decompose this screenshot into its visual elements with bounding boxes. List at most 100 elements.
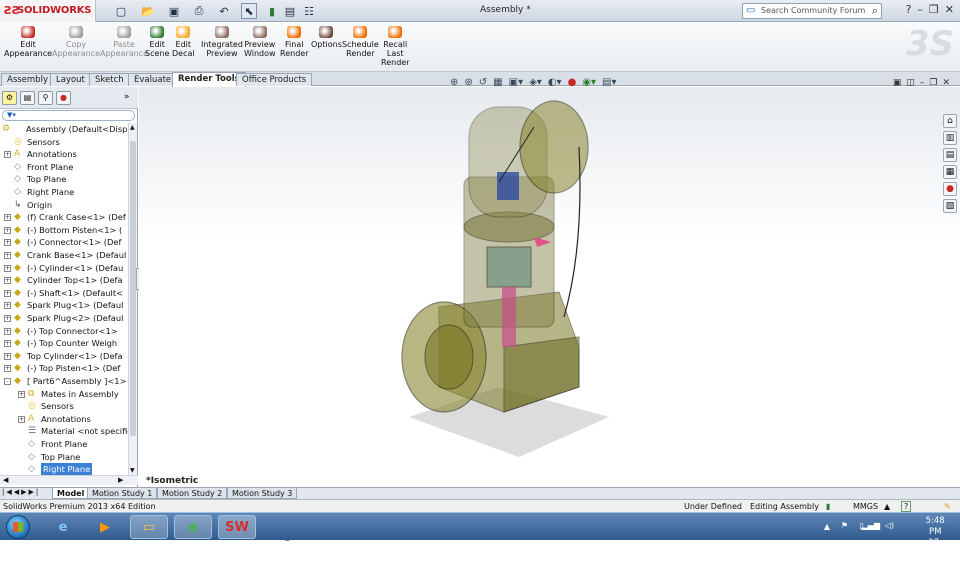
tree-item[interactable]: ◇ Top Plane (0, 451, 128, 464)
tree-item[interactable]: ◎ Sensors (0, 136, 128, 149)
chrome-icon[interactable]: ◉ (174, 515, 212, 539)
tree-item[interactable]: ◇ Top Plane (0, 173, 128, 186)
zoom-to-fit-icon[interactable]: ⊕ (450, 77, 458, 88)
undo-icon[interactable]: ↶ (215, 3, 233, 19)
configuration-tab-icon[interactable]: ⚲ (38, 91, 53, 105)
engine-assembly-model[interactable] (139, 87, 960, 487)
apply-scene-icon[interactable]: ◉▾ (582, 77, 596, 88)
zoom-area-icon[interactable]: ⊛ (464, 77, 472, 88)
expand-icon[interactable]: + (4, 264, 11, 272)
minimize-icon[interactable]: – (917, 3, 923, 16)
viewport-close-icon[interactable]: ✕ (942, 78, 950, 88)
expand-icon[interactable]: + (4, 327, 11, 335)
expand-icon[interactable]: + (4, 226, 11, 234)
tray-expand-icon[interactable]: ▲ (824, 522, 830, 531)
view-orientation-icon[interactable]: ▣▾ (509, 77, 523, 88)
ribbon-button-preview-window[interactable]: Preview Window (244, 26, 276, 58)
search-input[interactable]: ▭ Search Community Forum ⌕ (742, 3, 882, 19)
solidworks-resources-icon[interactable]: ⌂ (943, 114, 957, 128)
tab-navigation-arrows-icon[interactable]: |◀◀▶▶| (2, 488, 40, 496)
split-view-2-icon[interactable]: ◫ (906, 78, 915, 88)
tree-item[interactable]: + A Annotations (0, 413, 128, 426)
tree-item[interactable]: ☰ Material <not specifie (0, 425, 128, 438)
save-icon[interactable]: ▣ (165, 3, 183, 19)
ribbon-button-recall-render[interactable]: Recall Last Render (381, 26, 409, 67)
expand-icon[interactable]: + (4, 302, 11, 310)
expand-icon[interactable]: + (4, 340, 11, 348)
tray-flag-icon[interactable]: ⚑ (841, 521, 848, 530)
tree-item[interactable]: - ◆ [ Part6^Assembly ]<1> (0, 375, 128, 388)
ribbon-button-copy-appearance[interactable]: Copy Appearance (52, 26, 100, 58)
custom-properties-icon[interactable]: ▧ (943, 199, 957, 213)
tree-item[interactable]: + ◆ (-) Cylinder<1> (Defau (0, 262, 128, 275)
file-properties-icon[interactable]: ▤ (282, 3, 298, 19)
expand-icon[interactable]: + (4, 252, 11, 259)
tree-item[interactable]: + A Annotations (0, 148, 128, 161)
tree-item[interactable]: ◎ Sensors (0, 400, 128, 413)
ribbon-button-final-render[interactable]: Final Render (280, 26, 308, 58)
graphics-area[interactable]: Y X Z (139, 87, 960, 543)
internet-explorer-icon[interactable]: e (44, 515, 82, 539)
display-style-icon[interactable]: ◈▾ (529, 77, 542, 88)
tree-item[interactable]: + ◆ (f) Crank Case<1> (Def (0, 211, 128, 224)
tab-motion-study-2[interactable]: Motion Study 2 (157, 488, 228, 499)
solidworks-logo[interactable]: ƧƧ SOLIDWORKS (0, 0, 96, 22)
print-icon[interactable]: ⎙ (190, 3, 208, 19)
expand-icon[interactable]: + (4, 365, 11, 373)
edit-appearance-icon[interactable]: ● (568, 77, 577, 88)
expand-tabs-icon[interactable]: » (124, 92, 130, 102)
ribbon-button-schedule-render[interactable]: Schedule Render (342, 26, 379, 58)
tree-item[interactable]: + ⧉ Mates in Assembly (0, 388, 128, 401)
property-manager-tab-icon[interactable]: ▤ (20, 91, 35, 105)
tree-item[interactable]: ◇ Right Plane (0, 186, 128, 199)
scroll-down-icon[interactable]: ▼ (130, 467, 135, 474)
start-button[interactable] (6, 515, 30, 539)
tree-item[interactable]: + ◆ Top Cylinder<1> (Defa (0, 350, 128, 363)
expand-icon[interactable]: + (18, 390, 25, 398)
tab-layout[interactable]: Layout (50, 73, 91, 86)
hide-show-icon[interactable]: ◐▾ (548, 77, 562, 88)
file-explorer-icon[interactable]: ▤ (943, 148, 957, 162)
close-icon[interactable]: ✕ (945, 3, 954, 16)
tab-model[interactable]: Model (52, 488, 90, 499)
quick-tips-button[interactable]: ? (901, 501, 912, 512)
tree-item[interactable]: ◇ Front Plane (0, 438, 128, 451)
expand-icon[interactable]: + (4, 352, 11, 360)
tree-item[interactable]: + ◆ Spark Plug<2> (Defaul (0, 312, 128, 325)
file-explorer-taskbar-icon[interactable]: ▭ (130, 515, 168, 539)
expand-icon[interactable]: + (4, 151, 11, 159)
tree-item[interactable]: ⚙ Assembly (Default<Displa (0, 123, 128, 136)
collapse-icon[interactable]: - (4, 378, 11, 385)
ribbon-button-appearance[interactable]: Edit Appearance (4, 26, 52, 58)
media-player-icon[interactable]: ▶ (86, 515, 124, 539)
expand-icon[interactable]: + (4, 214, 11, 222)
expand-icon[interactable]: + (4, 239, 11, 247)
feature-tree-tab-icon[interactable]: ⚙ (2, 91, 17, 105)
help-button[interactable]: ? (906, 3, 912, 16)
expand-icon[interactable]: + (4, 315, 11, 322)
design-library-icon[interactable]: ▥ (943, 131, 957, 145)
scroll-left-icon[interactable]: ◀ (3, 476, 8, 484)
tree-item[interactable]: + ◆ Cylinder Top<1> (Defa (0, 274, 128, 287)
open-icon[interactable]: 📂 (138, 3, 158, 19)
tree-item[interactable]: + ◆ (-) Top Pisten<1> (Def (0, 362, 128, 375)
split-view-icon[interactable]: ▣ (893, 78, 902, 88)
tree-item[interactable]: ◇ Front Plane (0, 161, 128, 174)
scroll-right-icon[interactable]: ▶ (118, 476, 123, 484)
tree-vertical-scrollbar[interactable]: ▲ ▼ (128, 123, 137, 475)
tree-item[interactable]: + ◆ (-) Bottom Pisten<1> ( (0, 224, 128, 237)
ribbon-button-options[interactable]: Options (311, 26, 342, 49)
select-icon[interactable]: ⬉ (241, 3, 257, 19)
section-view-icon[interactable]: ▦ (493, 77, 502, 88)
system-clock[interactable]: 5:48 PM 27-7-2013 (924, 516, 946, 571)
expand-icon[interactable]: + (4, 277, 11, 285)
viewport-minimize-icon[interactable]: – (920, 78, 925, 88)
viewport-restore-icon[interactable]: ❐ (929, 78, 937, 88)
ribbon-button-paste-appearance[interactable]: Paste Appearance (100, 26, 148, 58)
tree-item[interactable]: ◇ Right Plane (0, 463, 128, 475)
tab-assembly[interactable]: Assembly (1, 73, 54, 86)
tree-item[interactable]: ↳ Origin (0, 199, 128, 212)
tab-motion-study-1[interactable]: Motion Study 1 (87, 488, 158, 499)
tree-item[interactable]: + ◆ Spark Plug<1> (Defaul (0, 299, 128, 312)
ribbon-button-decal[interactable]: Edit Decal (172, 26, 195, 58)
